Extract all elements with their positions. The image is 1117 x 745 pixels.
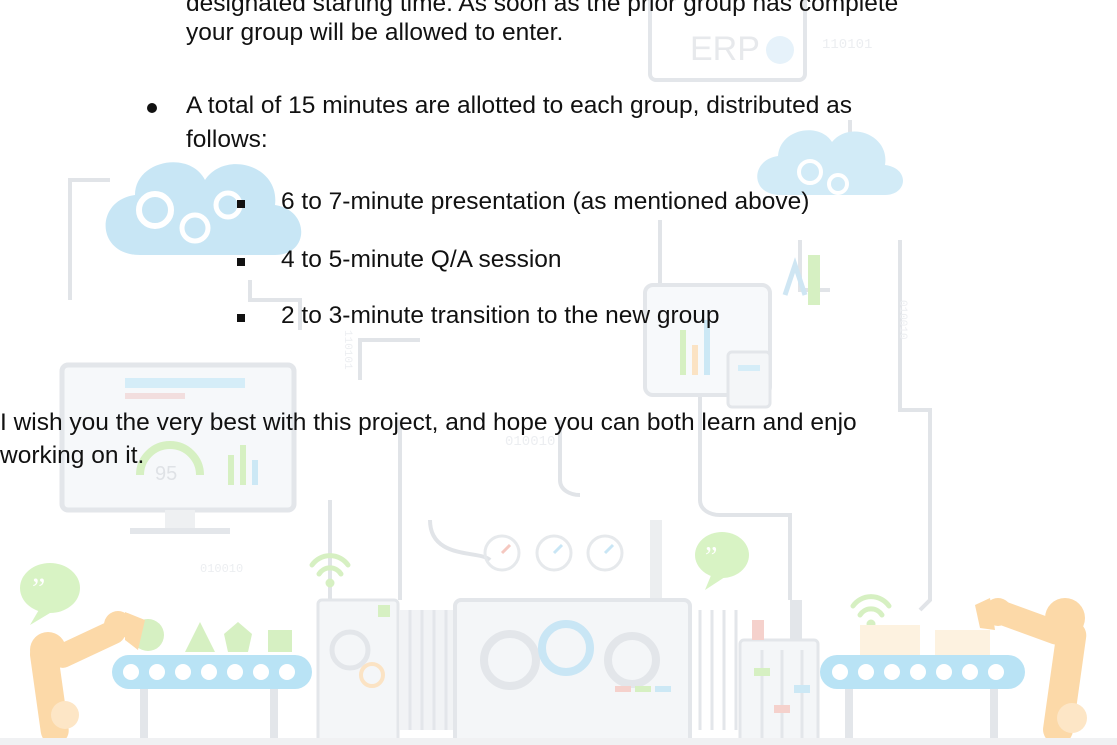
bullet-continuation-line: designated starting time. As soon as the… bbox=[186, 0, 899, 17]
sub-item: 4 to 5-minute Q/A session bbox=[281, 246, 562, 273]
sub-item: 2 to 3-minute transition to the new grou… bbox=[281, 302, 720, 329]
closing-paragraph-line: working on it. bbox=[0, 442, 145, 469]
bullet-continuation-line: your group will be allowed to enter. bbox=[186, 19, 564, 46]
bullet-text: follows: bbox=[186, 126, 268, 153]
closing-paragraph-line: I wish you the very best with this proje… bbox=[0, 409, 857, 436]
sub-bullet-square bbox=[237, 258, 245, 266]
sub-item: 6 to 7-minute presentation (as mentioned… bbox=[281, 188, 810, 215]
bullet-text: A total of 15 minutes are allotted to ea… bbox=[186, 92, 852, 119]
sub-bullet-square bbox=[237, 314, 245, 322]
sub-bullet-square bbox=[237, 200, 245, 208]
document-page: designated starting time. As soon as the… bbox=[0, 0, 1117, 745]
bullet-dot bbox=[147, 103, 157, 113]
